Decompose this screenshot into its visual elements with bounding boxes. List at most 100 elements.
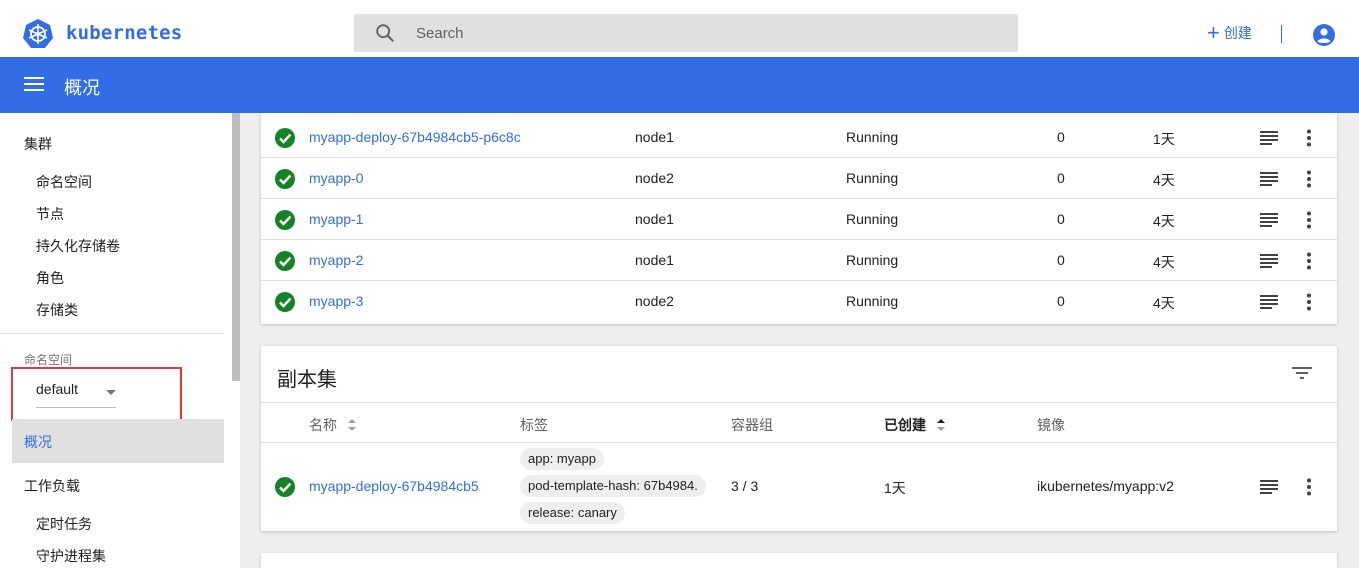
sidebar-section-workloads[interactable]: 工作负载 [24,476,80,496]
table-row: myapp-2 node1 Running 0 4天 [261,240,1337,281]
column-header-pods: 容器组 [731,417,773,433]
success-check-icon [275,292,295,312]
sort-icon [347,419,356,432]
more-vert-icon[interactable] [1300,478,1318,496]
pod-node: node1 [635,129,674,145]
pod-restarts: 0 [1057,129,1065,145]
search-icon [376,24,394,42]
label-chip: release: canary [520,502,625,524]
label-chip: app: myapp [520,448,604,470]
sidebar-item-storage-classes[interactable]: 存储类 [36,300,78,320]
create-button-label: 创建 [1223,25,1252,41]
pod-name-link[interactable]: myapp-deploy-67b4984cb5-p6c8c [309,129,521,145]
success-check-icon [275,251,295,271]
replicaset-created: 1天 [884,480,906,496]
sidebar-item-overview[interactable]: 概况 [12,419,224,463]
column-header-images: 镜像 [1037,417,1065,433]
sidebar-item-namespaces[interactable]: 命名空间 [36,172,92,192]
sidebar-item-overview-label: 概况 [24,434,52,450]
more-vert-icon[interactable] [1300,211,1318,229]
sidebar-item-roles[interactable]: 角色 [36,268,64,288]
column-header-labels: 标签 [520,417,548,433]
table-row: myapp-deploy-67b4984cb5 app: myapp pod-t… [261,443,1337,531]
table-row: myapp-3 node2 Running 0 4天 [261,281,1337,322]
logs-icon[interactable] [1260,252,1278,270]
pod-node: node2 [635,170,674,186]
sidebar-item-nodes[interactable]: 节点 [36,204,64,224]
brand-name[interactable]: kubernetes [66,22,182,44]
more-vert-icon[interactable] [1300,129,1318,147]
replicaset-image: ikubernetes/myapp:v2 [1037,478,1174,494]
namespace-label: 命名空间 [24,353,73,367]
menu-icon[interactable] [24,76,44,92]
pod-age: 4天 [1153,295,1175,311]
sidebar-item-daemonsets[interactable]: 守护进程集 [36,546,106,566]
page-title: 概况 [64,78,100,98]
success-check-icon [275,128,295,148]
plus-icon: + [1207,20,1220,45]
account-icon[interactable] [1312,23,1336,47]
sidebar-section-cluster[interactable]: 集群 [24,134,52,154]
pod-node: node2 [635,293,674,309]
replicaset-pods-count: 3 / 3 [731,478,759,494]
create-button[interactable]: + 创建 [1207,20,1252,45]
header-divider [1281,25,1282,43]
pod-name-link[interactable]: myapp-0 [309,170,363,186]
pod-restarts: 0 [1057,170,1065,186]
pod-age: 4天 [1153,213,1175,229]
pod-status: Running [846,252,899,268]
top-bar: kubernetes + 创建 [0,0,1359,57]
pod-node: node1 [635,252,674,268]
pod-age: 4天 [1153,254,1175,270]
sidebar-divider [0,333,224,334]
success-check-icon [275,210,295,230]
replicasets-table-header: 名称 标签 容器组 已创建 镜像 [261,402,1337,443]
more-vert-icon[interactable] [1300,252,1318,270]
sidebar: 集群 命名空间 节点 持久化存储卷 角色 存储类 命名空间 default 概况… [0,113,240,568]
search-bar[interactable] [354,14,1018,52]
pod-status: Running [846,293,899,309]
pod-name-link[interactable]: myapp-1 [309,211,363,227]
pod-status: Running [846,129,899,145]
column-header-name-label: 名称 [309,417,337,433]
success-check-icon [275,477,295,497]
replicasets-title: 副本集 [277,369,337,391]
pod-name-link[interactable]: myapp-2 [309,252,363,268]
page-header: 概况 [0,57,1359,113]
pod-status: Running [846,211,899,227]
sidebar-item-cronjobs[interactable]: 定时任务 [36,514,92,534]
replicasets-card: 副本集 名称 标签 容器组 已创建 镜像 myapp-deploy-67b498… [261,346,1337,531]
pod-restarts: 0 [1057,293,1065,309]
next-card [261,553,1337,568]
pod-restarts: 0 [1057,252,1065,268]
pod-node: node1 [635,211,674,227]
success-check-icon [275,169,295,189]
column-header-name[interactable]: 名称 [309,415,357,435]
search-input[interactable] [416,14,996,52]
pod-age: 4天 [1153,172,1175,188]
column-header-created[interactable]: 已创建 [884,415,946,435]
sort-ascending-icon [936,419,945,432]
label-chip: pod-template-hash: 67b4984. [520,475,706,497]
pod-restarts: 0 [1057,211,1065,227]
filter-icon[interactable] [1291,364,1313,382]
pod-status: Running [846,170,899,186]
sidebar-item-persistent-volumes[interactable]: 持久化存储卷 [36,236,120,256]
table-row: myapp-deploy-67b4984cb5-p6c8c node1 Runn… [261,117,1337,158]
table-row: myapp-0 node2 Running 0 4天 [261,158,1337,199]
more-vert-icon[interactable] [1300,170,1318,188]
sidebar-scrollbar[interactable] [232,113,240,381]
more-vert-icon[interactable] [1300,293,1318,311]
pod-age: 1天 [1153,131,1175,147]
logs-icon[interactable] [1260,211,1278,229]
pods-card: myapp-deploy-67b4984cb5-p6c8c node1 Runn… [261,113,1337,324]
namespace-highlight-box [11,367,182,421]
logs-icon[interactable] [1260,129,1278,147]
pod-name-link[interactable]: myapp-3 [309,293,363,309]
kubernetes-logo-icon[interactable] [22,18,54,50]
logs-icon[interactable] [1260,478,1278,496]
table-row: myapp-1 node1 Running 0 4天 [261,199,1337,240]
replicaset-name-link[interactable]: myapp-deploy-67b4984cb5 [309,478,479,494]
logs-icon[interactable] [1260,293,1278,311]
logs-icon[interactable] [1260,170,1278,188]
